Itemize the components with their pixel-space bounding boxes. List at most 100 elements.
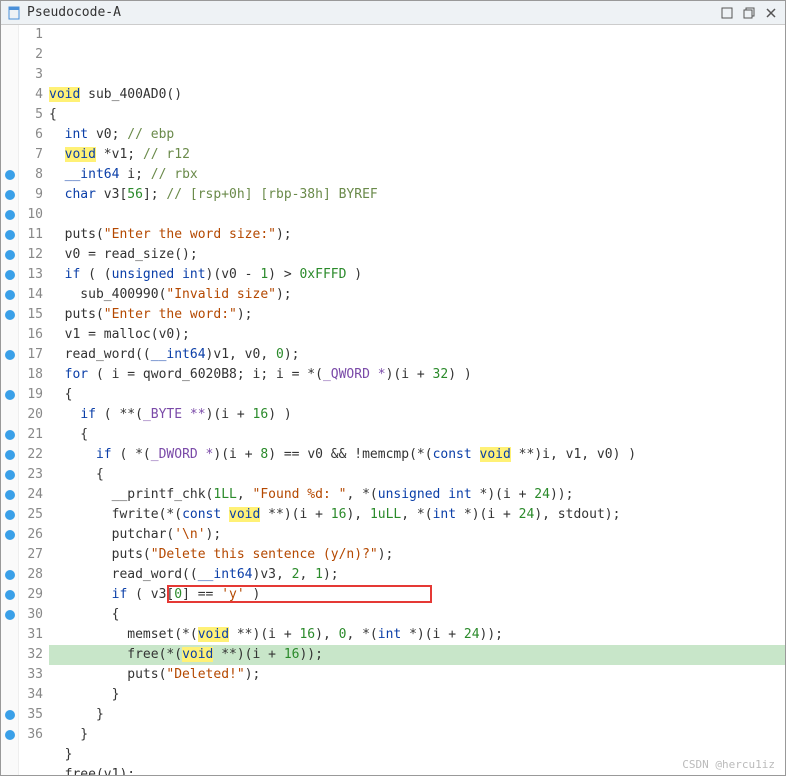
code-line[interactable]: sub_400990("Invalid size"); [49,285,785,305]
breakpoint-cell[interactable] [1,545,18,565]
code-line[interactable]: int v0; // ebp [49,125,785,145]
breakpoint-cell[interactable] [1,565,18,585]
breakpoint-cell[interactable] [1,485,18,505]
code-line[interactable] [49,205,785,225]
breakpoint-cell[interactable] [1,165,18,185]
breakpoint-cell[interactable] [1,665,18,685]
code-line[interactable]: } [49,705,785,725]
breakpoint-cell[interactable] [1,425,18,445]
code-line[interactable]: putchar('\n'); [49,525,785,545]
code-line[interactable]: char v3[56]; // [rsp+0h] [rbp-38h] BYREF [49,185,785,205]
code-line[interactable]: { [49,605,785,625]
breakpoint-dot-icon [5,510,15,520]
breakpoint-cell[interactable] [1,305,18,325]
breakpoint-cell[interactable] [1,285,18,305]
line-number: 4 [19,85,43,105]
breakpoint-cell[interactable] [1,385,18,405]
breakpoint-cell[interactable] [1,705,18,725]
code-line[interactable]: void sub_400AD0() [49,85,785,105]
code-line[interactable]: free(*(void **)(i + 16)); [49,645,785,665]
code-line[interactable]: } [49,685,785,705]
code-line[interactable]: puts("Enter the word size:"); [49,225,785,245]
code-line[interactable]: for ( i = qword_6020B8; i; i = *(_QWORD … [49,365,785,385]
breakpoint-cell[interactable] [1,525,18,545]
code-line[interactable]: { [49,385,785,405]
breakpoint-cell[interactable] [1,345,18,365]
breakpoint-dot-icon [5,730,15,740]
code-content[interactable]: CSDN @hercu1iz void sub_400AD0(){ int v0… [49,25,785,775]
line-number-gutter: 1234567891011121314151617181920212223242… [19,25,49,775]
minimize-icon[interactable] [719,5,735,21]
breakpoint-dot-icon [5,210,15,220]
code-line[interactable]: { [49,105,785,125]
line-number: 29 [19,585,43,605]
code-line[interactable]: puts("Deleted!"); [49,665,785,685]
code-line[interactable]: { [49,465,785,485]
code-line[interactable]: free(v1); [49,765,785,775]
breakpoint-cell[interactable] [1,265,18,285]
line-number: 20 [19,405,43,425]
line-number: 21 [19,425,43,445]
code-line[interactable]: read_word((__int64)v1, v0, 0); [49,345,785,365]
breakpoint-cell[interactable] [1,325,18,345]
breakpoint-gutter[interactable] [1,25,19,775]
breakpoint-cell[interactable] [1,645,18,665]
code-line[interactable]: fwrite(*(const void **)(i + 16), 1uLL, *… [49,505,785,525]
breakpoint-cell[interactable] [1,605,18,625]
code-line[interactable]: if ( **(_BYTE **)(i + 16) ) [49,405,785,425]
breakpoint-cell[interactable] [1,65,18,85]
code-line[interactable]: __int64 i; // rbx [49,165,785,185]
line-number: 6 [19,125,43,145]
code-line[interactable]: v1 = malloc(v0); [49,325,785,345]
code-line[interactable]: __printf_chk(1LL, "Found %d: ", *(unsign… [49,485,785,505]
breakpoint-dot-icon [5,590,15,600]
code-line[interactable]: memset(*(void **)(i + 16), 0, *(int *)(i… [49,625,785,645]
code-line[interactable]: if ( (unsigned int)(v0 - 1) > 0xFFFD ) [49,265,785,285]
breakpoint-cell[interactable] [1,45,18,65]
code-line[interactable]: } [49,745,785,765]
code-line[interactable]: puts("Enter the word:"); [49,305,785,325]
breakpoint-cell[interactable] [1,125,18,145]
breakpoint-cell[interactable] [1,685,18,705]
code-line[interactable]: if ( *(_DWORD *)(i + 8) == v0 && !memcmp… [49,445,785,465]
breakpoint-cell[interactable] [1,145,18,165]
line-number: 7 [19,145,43,165]
breakpoint-cell[interactable] [1,405,18,425]
breakpoint-dot-icon [5,530,15,540]
breakpoint-cell[interactable] [1,365,18,385]
breakpoint-cell[interactable] [1,465,18,485]
breakpoint-cell[interactable] [1,585,18,605]
breakpoint-dot-icon [5,390,15,400]
line-number: 3 [19,65,43,85]
restore-icon[interactable] [741,5,757,21]
code-line[interactable]: puts("Delete this sentence (y/n)?"); [49,545,785,565]
window-title: Pseudocode-A [27,5,713,20]
line-number: 32 [19,645,43,665]
breakpoint-dot-icon [5,350,15,360]
breakpoint-dot-icon [5,450,15,460]
breakpoint-dot-icon [5,710,15,720]
line-number: 17 [19,345,43,365]
code-editor[interactable]: 1234567891011121314151617181920212223242… [1,25,785,775]
code-line[interactable]: v0 = read_size(); [49,245,785,265]
code-line[interactable]: read_word((__int64)v3, 2, 1); [49,565,785,585]
breakpoint-dot-icon [5,250,15,260]
breakpoint-cell[interactable] [1,245,18,265]
breakpoint-cell[interactable] [1,205,18,225]
code-line[interactable]: } [49,725,785,745]
breakpoint-cell[interactable] [1,225,18,245]
breakpoint-cell[interactable] [1,25,18,45]
breakpoint-cell[interactable] [1,625,18,645]
code-line[interactable]: if ( v3[0] == 'y' ) [49,585,785,605]
close-icon[interactable] [763,5,779,21]
breakpoint-cell[interactable] [1,505,18,525]
breakpoint-cell[interactable] [1,85,18,105]
breakpoint-cell[interactable] [1,105,18,125]
breakpoint-cell[interactable] [1,185,18,205]
line-number: 14 [19,285,43,305]
line-number: 22 [19,445,43,465]
code-line[interactable]: void *v1; // r12 [49,145,785,165]
code-line[interactable]: { [49,425,785,445]
breakpoint-cell[interactable] [1,445,18,465]
breakpoint-cell[interactable] [1,725,18,745]
